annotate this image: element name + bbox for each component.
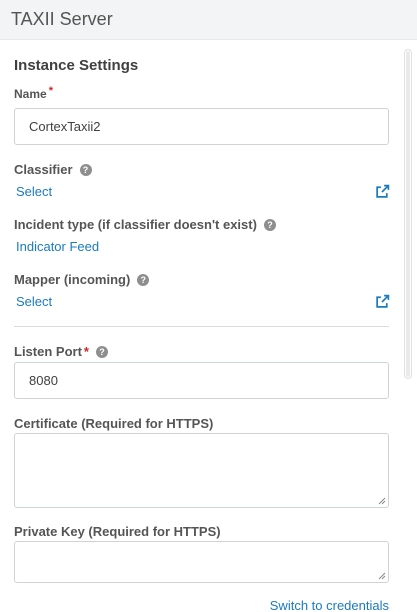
required-mark: *	[83, 344, 89, 359]
private-key-label: Private Key (Required for HTTPS)	[14, 524, 221, 539]
external-link-icon[interactable]	[375, 294, 390, 309]
listen-port-label-text: Listen Port	[14, 344, 82, 359]
incident-type-label-text: Incident type (if classifier doesn't exi…	[14, 217, 257, 232]
required-mark: *	[48, 85, 53, 97]
incident-type-label: Incident type (if classifier doesn't exi…	[14, 217, 276, 232]
question-circle-icon[interactable]: ?	[263, 219, 276, 231]
scrollbar[interactable]	[404, 49, 412, 379]
external-link-icon[interactable]	[375, 184, 390, 199]
mapper-label-text: Mapper (incoming)	[14, 272, 131, 287]
resize-grip-icon[interactable]	[377, 571, 386, 580]
certificate-label: Certificate (Required for HTTPS)	[14, 416, 214, 431]
section-title: Instance Settings	[14, 57, 139, 74]
mapper-label: Mapper (incoming)?	[14, 272, 150, 287]
classifier-label-text: Classifier	[14, 162, 73, 177]
switch-to-credentials-link[interactable]: Switch to credentials	[270, 598, 389, 612]
panel-header: TAXII Server	[0, 0, 417, 40]
scrollbar-thumb[interactable]	[406, 51, 410, 377]
name-label: Name *	[14, 85, 53, 101]
question-circle-icon[interactable]: ?	[95, 346, 108, 358]
question-circle-icon[interactable]: ?	[137, 274, 150, 286]
classifier-select-link[interactable]: Select	[16, 184, 52, 199]
panel-title: TAXII Server	[11, 9, 113, 29]
name-input[interactable]: CortexTaxii2	[14, 108, 389, 145]
resize-grip-icon[interactable]	[377, 496, 386, 505]
instance-settings-scroll-area[interactable]: Instance Settings Name * CortexTaxii2 Cla…	[0, 41, 417, 612]
incident-type-link[interactable]: Indicator Feed	[16, 239, 99, 254]
listen-port-input[interactable]: 8080	[14, 362, 389, 399]
name-label-text: Name	[14, 87, 47, 101]
section-divider	[14, 326, 389, 327]
private-key-textarea[interactable]	[14, 541, 389, 583]
certificate-textarea[interactable]	[14, 433, 389, 508]
question-circle-icon[interactable]: ?	[79, 164, 92, 176]
listen-port-label: Listen Port *?	[14, 344, 108, 359]
mapper-select-link[interactable]: Select	[16, 294, 52, 309]
classifier-label: Classifier?	[14, 162, 92, 177]
